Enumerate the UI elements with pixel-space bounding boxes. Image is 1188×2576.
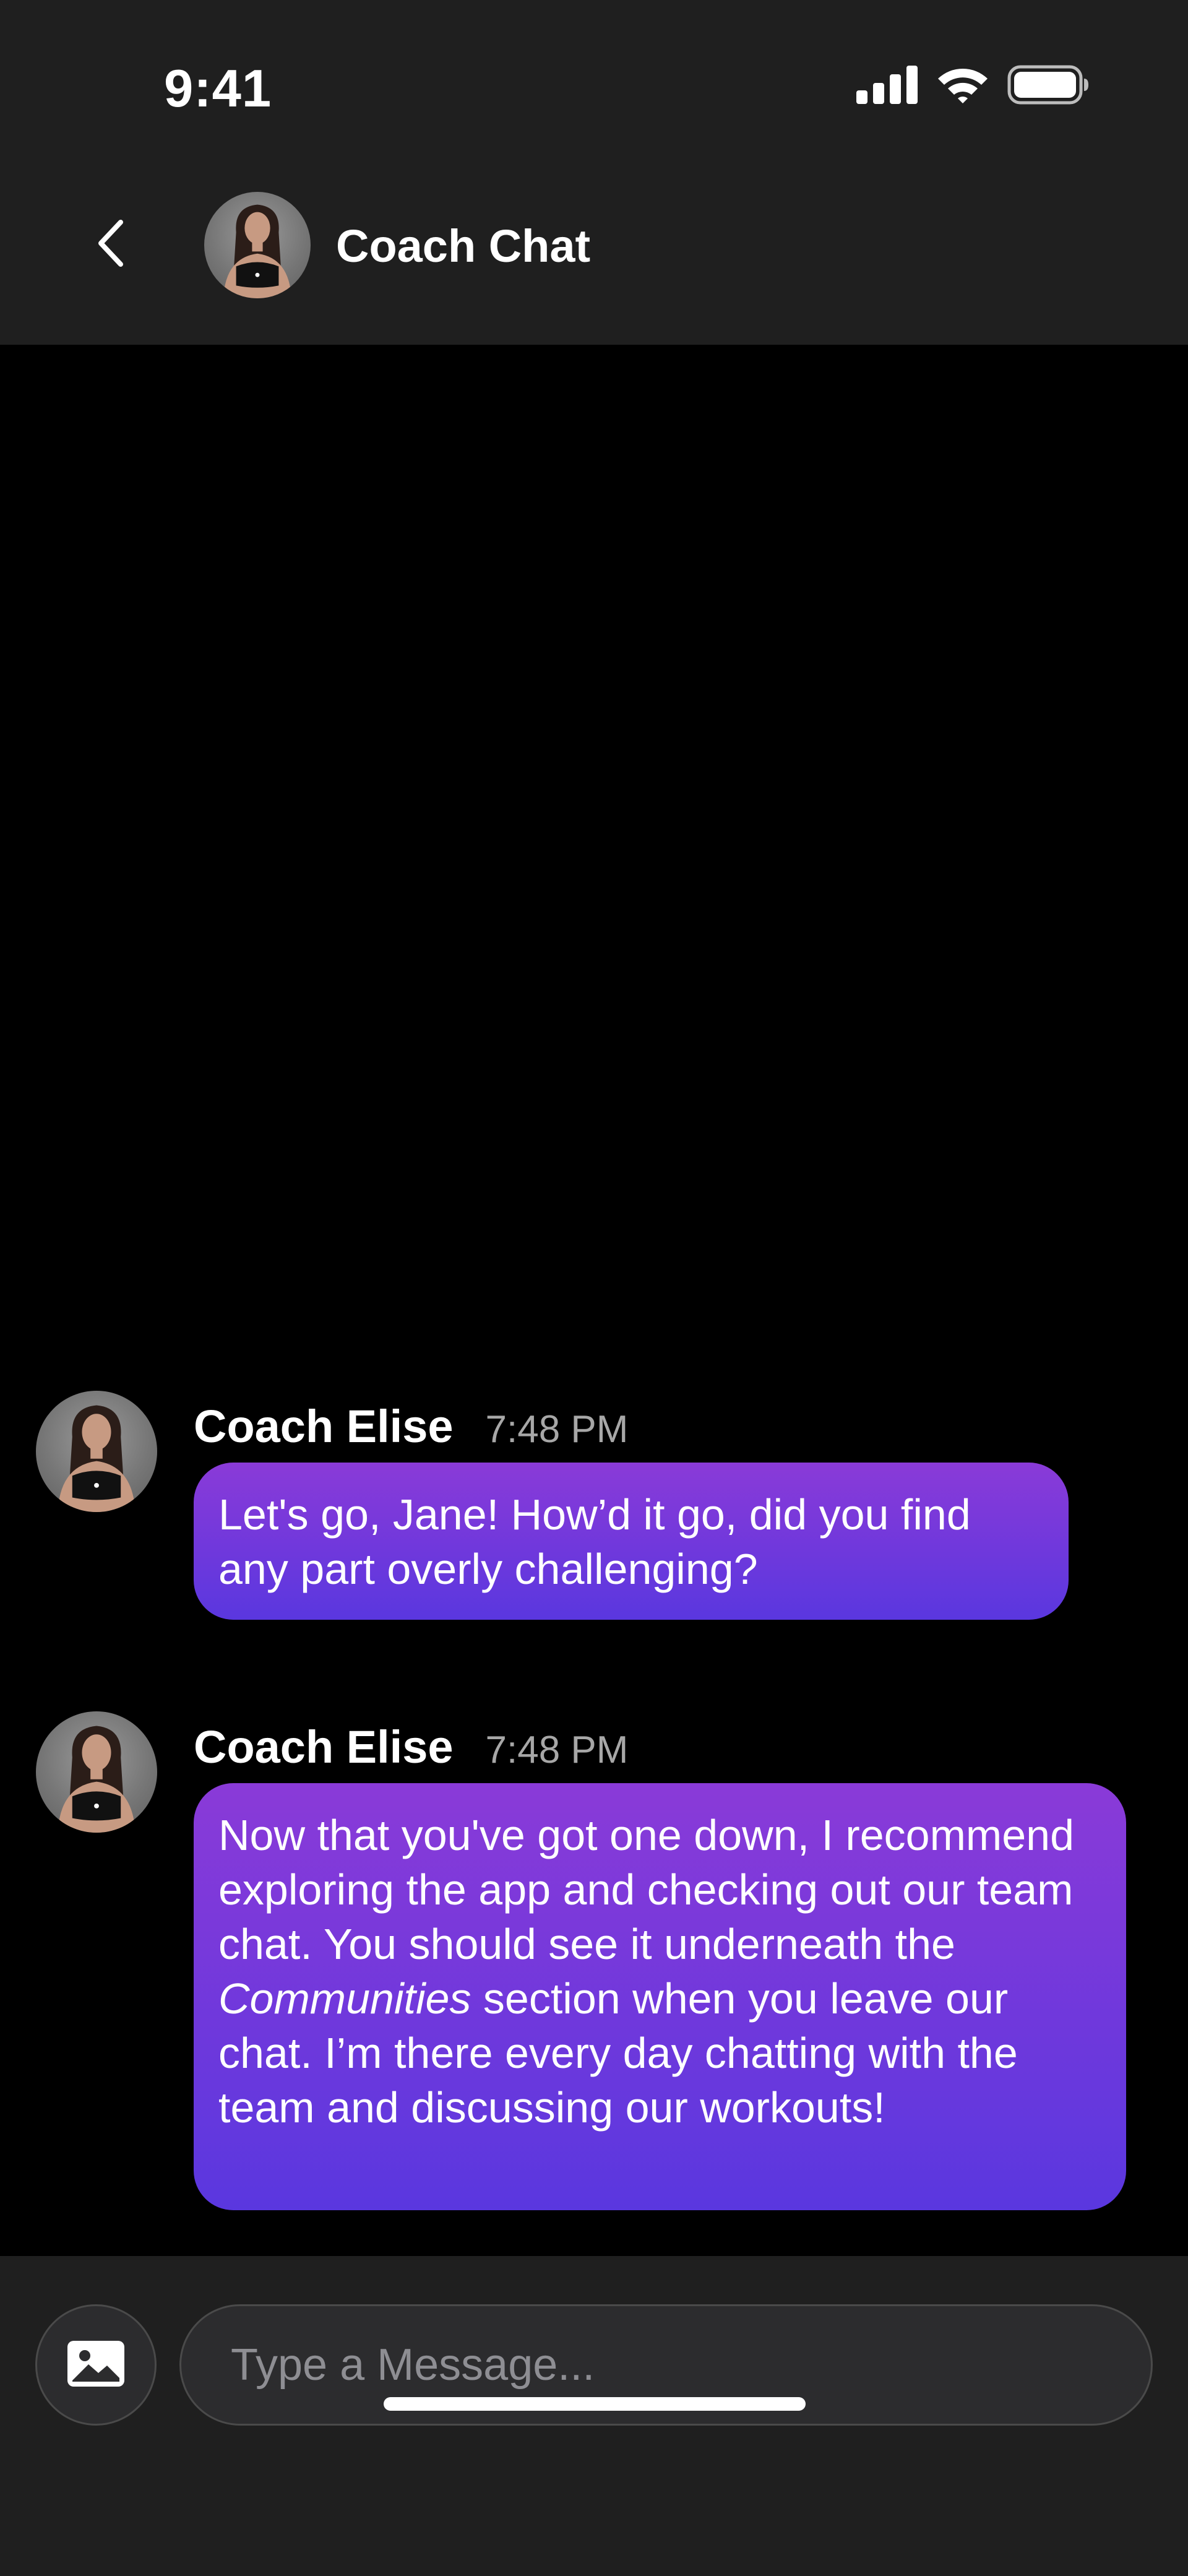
image-icon <box>66 2340 126 2391</box>
attach-image-button[interactable] <box>35 2304 157 2426</box>
message-meta: Coach Elise 7:48 PM <box>194 1721 628 1773</box>
message-text-part: Now that you've got one down, I recommen… <box>218 1811 1075 1968</box>
message-text: Now that you've got one down, I recommen… <box>218 1811 1074 2132</box>
message-text: Let's go, Jane! How’d it go, did you fin… <box>218 1490 971 1593</box>
back-button[interactable] <box>80 210 142 279</box>
chat-header: Coach Chat <box>0 152 1188 345</box>
message-text-emphasis: Communities <box>218 1974 471 2023</box>
wifi-icon <box>936 65 990 108</box>
message-avatar[interactable] <box>36 1711 157 1833</box>
status-bar: 9:41 <box>0 0 1188 152</box>
message-composer <box>0 2256 1188 2576</box>
message-sender: Coach Elise <box>194 1401 454 1452</box>
status-icons <box>856 65 1089 108</box>
message-meta: Coach Elise 7:48 PM <box>194 1400 628 1453</box>
message-timestamp: 7:48 PM <box>485 1408 629 1451</box>
coach-photo <box>58 1726 136 1833</box>
message-bubble[interactable]: Let's go, Jane! How’d it go, did you fin… <box>194 1463 1069 1620</box>
message-timestamp: 7:48 PM <box>485 1729 629 1771</box>
coach-photo <box>223 204 292 298</box>
status-time: 9:41 <box>164 59 272 118</box>
message-sender: Coach Elise <box>194 1721 454 1773</box>
home-indicator <box>384 2397 806 2411</box>
battery-icon <box>1007 65 1089 108</box>
coach-avatar[interactable] <box>204 192 311 298</box>
cellular-signal-icon <box>856 66 918 107</box>
message-avatar[interactable] <box>36 1391 157 1512</box>
chat-screen: 9:41 Coach Chat Coach Elise 7:48 PM Let'… <box>0 0 1188 2576</box>
coach-photo <box>58 1405 136 1512</box>
chevron-left-icon <box>96 218 127 271</box>
message-bubble[interactable]: Now that you've got one down, I recommen… <box>194 1783 1126 2210</box>
chat-title: Coach Chat <box>336 220 591 272</box>
